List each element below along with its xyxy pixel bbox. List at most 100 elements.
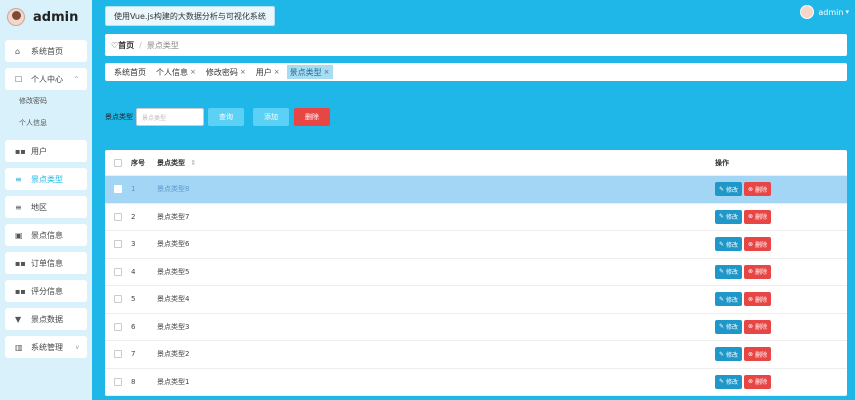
- list-icon: ≡: [15, 202, 22, 212]
- edit-icon: ✎: [719, 323, 725, 331]
- batch-delete-button[interactable]: 删除: [294, 108, 330, 126]
- sidebar-item-orders[interactable]: ▪▪ 订单信息: [5, 252, 87, 274]
- table-row[interactable]: 6 景点类型3 ✎ 修改 ⊗ 删除: [105, 314, 847, 341]
- delete-label: 删除: [755, 269, 768, 277]
- table-row[interactable]: 2 景点类型7 ✎ 修改 ⊗ 删除: [105, 204, 847, 231]
- sidebar-item-ratings[interactable]: ▪▪ 评分信息: [5, 280, 87, 302]
- tab-home[interactable]: 系统首页: [111, 65, 149, 79]
- edit-button[interactable]: ✎ 修改: [715, 374, 743, 389]
- delete-icon: ⊗: [748, 378, 754, 386]
- row-checkbox[interactable]: [114, 267, 122, 276]
- delete-button[interactable]: ⊗ 删除: [744, 319, 772, 334]
- delete-button[interactable]: ⊗ 删除: [744, 292, 772, 307]
- delete-button[interactable]: ⊗ 删除: [744, 182, 772, 197]
- breadcrumb: ♡首页 / 景点类型: [105, 34, 847, 56]
- edit-button[interactable]: ✎ 修改: [715, 319, 743, 334]
- delete-button[interactable]: ⊗ 删除: [744, 347, 772, 362]
- user-menu[interactable]: admin ▾: [800, 5, 849, 19]
- sidebar-item-home[interactable]: ⌂ 系统首页: [5, 40, 87, 62]
- table-row[interactable]: 3 景点类型6 ✎ 修改 ⊗ 删除: [105, 231, 847, 259]
- close-icon[interactable]: ×: [240, 68, 246, 76]
- close-icon[interactable]: ×: [274, 68, 280, 76]
- add-button[interactable]: 添加: [253, 108, 289, 126]
- column-header-name[interactable]: 景点类型 ⇕: [151, 158, 715, 168]
- close-icon[interactable]: ×: [324, 68, 330, 76]
- row-checkbox[interactable]: [114, 185, 122, 194]
- brand: admin: [0, 0, 92, 34]
- column-header-op: 操作: [715, 158, 729, 167]
- sidebar-item-label: 景点数据: [31, 314, 63, 324]
- sidebar-subitem-change-password[interactable]: 修改密码: [5, 90, 87, 112]
- tab-change-password[interactable]: 修改密码 ×: [203, 65, 249, 79]
- row-checkbox[interactable]: [114, 377, 122, 386]
- chevron-up-icon: ^: [73, 75, 79, 83]
- delete-button[interactable]: ⊗ 删除: [744, 209, 772, 224]
- row-no: 2: [131, 212, 136, 221]
- edit-icon: ✎: [719, 240, 725, 248]
- edit-icon: ✎: [719, 185, 725, 193]
- tab-bar: 系统首页 个人信息 × 修改密码 × 用户 × 景点类型 ×: [105, 63, 847, 81]
- sidebar-item-system-manage[interactable]: ▥ 系统管理 v: [5, 336, 87, 358]
- edit-label: 修改: [726, 186, 739, 194]
- tab-label: 系统首页: [114, 67, 146, 77]
- column-header-label: 景点类型: [157, 158, 185, 167]
- delete-button[interactable]: ⊗ 删除: [744, 264, 772, 279]
- scenic-type-input[interactable]: 景点类型: [136, 108, 204, 126]
- tab-users[interactable]: 用户 ×: [253, 65, 283, 79]
- delete-icon: ⊗: [748, 323, 754, 331]
- tab-scenic-type[interactable]: 景点类型 ×: [286, 65, 333, 79]
- select-all-checkbox[interactable]: [114, 158, 122, 167]
- breadcrumb-separator: /: [139, 40, 142, 50]
- sidebar-item-personal-center[interactable]: ☐ 个人中心 ^: [5, 68, 87, 90]
- sort-icon[interactable]: ⇕: [190, 159, 196, 167]
- delete-icon: ⊗: [748, 350, 754, 358]
- table-row[interactable]: 8 景点类型1 ✎ 修改 ⊗ 删除: [105, 369, 847, 396]
- tab-personal-info[interactable]: 个人信息 ×: [153, 65, 199, 79]
- sidebar-item-scenic-type[interactable]: ≡ 景点类型: [5, 168, 87, 190]
- row-checkbox[interactable]: [114, 322, 122, 331]
- breadcrumb-home[interactable]: ♡首页: [111, 40, 134, 51]
- sidebar-item-label: 景点信息: [31, 230, 63, 240]
- row-no: 3: [131, 240, 136, 249]
- delete-label: 删除: [755, 214, 768, 222]
- table-row[interactable]: 1 景点类型8 ✎ 修改 ⊗ 删除: [105, 176, 847, 204]
- row-checkbox[interactable]: [114, 240, 122, 249]
- query-button[interactable]: 查询: [208, 108, 244, 126]
- delete-button[interactable]: ⊗ 删除: [744, 374, 772, 389]
- row-no: 7: [131, 350, 136, 359]
- sidebar-item-label: 用户: [31, 146, 47, 156]
- delete-button[interactable]: ⊗ 删除: [744, 237, 772, 252]
- row-checkbox[interactable]: [114, 295, 122, 304]
- table-body: 1 景点类型8 ✎ 修改 ⊗ 删除 2 景点类型7 ✎ 修改 ⊗ 删除 3 景点类型6 ✎ 修改 ⊗ 删除 4 景点类…: [105, 176, 847, 396]
- row-name: 景点类型4: [157, 295, 190, 304]
- sidebar-item-label: 评分信息: [31, 286, 63, 296]
- sidebar-subitem-personal-info[interactable]: 个人信息: [5, 112, 87, 134]
- edit-button[interactable]: ✎ 修改: [715, 237, 743, 252]
- grid-icon: ▪▪: [15, 286, 26, 296]
- sidebar-menu: ⌂ 系统首页 ☐ 个人中心 ^ 修改密码 个人信息 ▪▪ 用户 ≡ 景点类型 ≡…: [0, 40, 92, 358]
- row-checkbox[interactable]: [114, 350, 122, 359]
- document-icon: ▣: [15, 230, 23, 240]
- edit-button[interactable]: ✎ 修改: [715, 264, 743, 279]
- edit-button[interactable]: ✎ 修改: [715, 209, 743, 224]
- table-row[interactable]: 5 景点类型4 ✎ 修改 ⊗ 删除: [105, 286, 847, 314]
- user-name: admin: [818, 7, 844, 17]
- table-row[interactable]: 4 景点类型5 ✎ 修改 ⊗ 删除: [105, 259, 847, 286]
- edit-icon: ✎: [719, 378, 725, 386]
- edit-button[interactable]: ✎ 修改: [715, 292, 743, 307]
- chart-icon: ▥: [15, 342, 23, 352]
- caret-down-icon: ▾: [845, 8, 849, 16]
- edit-button[interactable]: ✎ 修改: [715, 347, 743, 362]
- close-icon[interactable]: ×: [190, 68, 196, 76]
- edit-button[interactable]: ✎ 修改: [715, 182, 743, 197]
- sidebar-item-scenic-data[interactable]: ▼ 景点数据: [5, 308, 87, 330]
- delete-icon: ⊗: [748, 268, 754, 276]
- sidebar-item-region[interactable]: ≡ 地区: [5, 196, 87, 218]
- delete-label: 删除: [755, 351, 768, 359]
- row-checkbox[interactable]: [114, 212, 122, 221]
- sidebar-item-users[interactable]: ▪▪ 用户: [5, 140, 87, 162]
- edit-icon: ✎: [719, 295, 725, 303]
- sidebar-item-scenic-info[interactable]: ▣ 景点信息: [5, 224, 87, 246]
- table-row[interactable]: 7 景点类型2 ✎ 修改 ⊗ 删除: [105, 341, 847, 369]
- edit-label: 修改: [726, 379, 739, 387]
